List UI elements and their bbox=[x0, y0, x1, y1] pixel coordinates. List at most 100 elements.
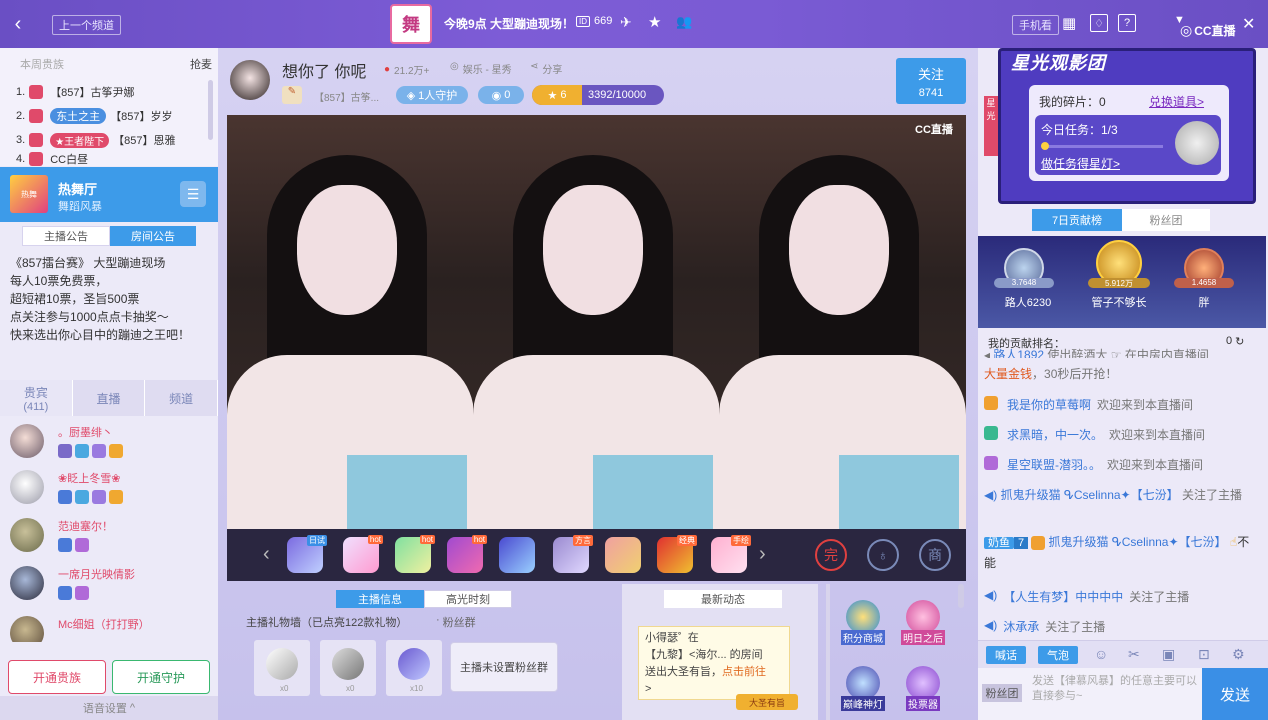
side-flag[interactable]: 星光 bbox=[984, 96, 998, 156]
plane-icon[interactable]: ✈ bbox=[620, 14, 632, 31]
hot-dance-band[interactable]: 热舞 热舞厅 舞蹈风暴 ☰ bbox=[0, 167, 218, 222]
fan-group-button[interactable]: 粉丝团 bbox=[982, 684, 1022, 702]
level-badge: ★ 6 bbox=[532, 85, 582, 105]
notice-line: 点关注参与1000点点卡抽奖～ bbox=[10, 310, 169, 324]
gift-tag: 方言 bbox=[573, 535, 593, 546]
star-promo[interactable]: 星光观影团 我的碎片：0 兑换道具> 今日任务：1/3 做任务得星灯> bbox=[998, 48, 1256, 204]
gift-item[interactable]: 日试 bbox=[287, 535, 327, 573]
category-info[interactable]: ◎ 娱乐 - 星秀 bbox=[450, 61, 512, 76]
user-name: 一席月光映倩影 bbox=[58, 569, 135, 581]
crown-icon bbox=[29, 109, 44, 123]
chat-name[interactable]: 抓鬼升级猫 ᕴCselinna✦【七汾】 bbox=[1048, 535, 1226, 549]
exchange-link[interactable]: 兑换道具> bbox=[1149, 93, 1204, 110]
users-icon[interactable]: 👥 bbox=[676, 14, 692, 30]
mobile-watch-button[interactable]: 手机看 bbox=[1012, 15, 1059, 35]
prev-channel-button[interactable]: 上一个频道 bbox=[52, 15, 121, 35]
user-item[interactable]: ❀眨上冬雪❀ bbox=[8, 466, 213, 510]
shop-icon[interactable]: 商 bbox=[919, 539, 951, 571]
chat-line: 我是你的草莓啊 欢迎来到本直播间 bbox=[984, 396, 1258, 413]
gift-item[interactable]: 经典 bbox=[657, 535, 697, 573]
vote-label: 投票器 bbox=[906, 696, 940, 711]
rank-text: 【857】古筝尹娜 bbox=[50, 87, 135, 99]
do-task-link[interactable]: 做任务得星灯> bbox=[1041, 155, 1120, 172]
lower-scrollbar[interactable] bbox=[958, 584, 964, 608]
tab-highlight[interactable]: 高光时刻 bbox=[424, 590, 512, 608]
gift-wall-item[interactable]: x0 bbox=[254, 640, 310, 696]
bubble-button[interactable]: 气泡 bbox=[1038, 646, 1078, 664]
tab-room-notice[interactable]: 房间公告 bbox=[110, 226, 196, 246]
gift-wall-item[interactable]: x0 bbox=[320, 640, 376, 696]
send-button[interactable]: 发送 bbox=[1202, 668, 1268, 720]
chat-input[interactable]: 发送【律慕风暴】的任意主要可以直接参与~ bbox=[1032, 674, 1200, 714]
grid-icon[interactable]: ▦ bbox=[1062, 14, 1076, 32]
task-progress-dot bbox=[1041, 142, 1049, 150]
gift-wall-item[interactable]: x10 bbox=[386, 640, 442, 696]
complete-icon[interactable]: 完 bbox=[815, 539, 847, 571]
vote-button[interactable]: 投票器 bbox=[898, 666, 948, 714]
guard-button[interactable]: ◈ 1人守护 bbox=[396, 86, 468, 104]
points-mall-button[interactable]: 积分商城 bbox=[838, 600, 888, 648]
notice-line: 超短裙10票，圣旨500票 bbox=[10, 292, 140, 306]
follow-button[interactable]: 关注 8741 bbox=[896, 58, 966, 104]
tab-anchor-notice[interactable]: 主播公告 bbox=[22, 226, 110, 246]
chat-name[interactable]: 【人生有梦】中中中中 bbox=[1003, 588, 1123, 605]
chevron-right-icon[interactable]: › bbox=[759, 543, 766, 566]
ranking-scrollbar[interactable] bbox=[208, 80, 213, 140]
gift-item[interactable] bbox=[499, 537, 535, 573]
open-guard-button[interactable]: 开通守护 bbox=[112, 660, 210, 694]
room-logo: 舞 bbox=[390, 4, 432, 44]
gift-item[interactable] bbox=[605, 537, 641, 573]
open-noble-button[interactable]: 开通贵族 bbox=[8, 660, 106, 694]
tab-channel[interactable]: 频道 bbox=[145, 380, 219, 416]
bell-icon[interactable]: ♢ bbox=[1090, 14, 1108, 32]
fans-button[interactable]: ◉ 0 bbox=[478, 86, 524, 104]
chat-name[interactable]: 星空联盟-潜羽。。 bbox=[1007, 456, 1101, 473]
tab-noble[interactable]: 贵宾 (411) bbox=[0, 380, 73, 416]
grab-mic-button[interactable]: 抢麦 bbox=[190, 56, 212, 72]
news-card[interactable]: 小得瑟˚ 在 【九黎】<海尔... 的房间 送出大圣有旨，点击前往 > bbox=[638, 626, 790, 700]
rank-item-2[interactable]: 2. 东土之主 【857】岁岁 bbox=[16, 106, 173, 126]
chat-name[interactable]: 我是你的草莓啊 bbox=[1007, 396, 1091, 413]
anchor-avatar[interactable] bbox=[230, 60, 270, 100]
gift-item[interactable]: 手绘 bbox=[711, 535, 751, 573]
rank-item-3[interactable]: 3. ★王者陛下 【857】恩雅 bbox=[16, 130, 176, 150]
user-item[interactable]: 。厨墨绯丶 bbox=[8, 420, 213, 464]
chat-name[interactable]: 求黑暗，中一次。 bbox=[1007, 426, 1103, 443]
bag-icon[interactable]: ♁ bbox=[867, 539, 899, 571]
star-icon[interactable]: ★ bbox=[648, 13, 661, 31]
gift-item[interactable]: hot bbox=[395, 535, 435, 573]
user-item[interactable]: 一席月光映倩影 bbox=[8, 562, 213, 606]
tomorrow-button[interactable]: 明日之后 bbox=[898, 600, 948, 648]
voice-settings-button[interactable]: 语音设置 ^ bbox=[0, 696, 218, 720]
share-button[interactable]: ⋖ 分享 bbox=[530, 61, 562, 76]
settings-icon[interactable]: ⚙ bbox=[1232, 646, 1245, 663]
help-icon[interactable]: ? bbox=[1118, 14, 1136, 32]
rank-item-1[interactable]: 1. 【857】古筝尹娜 bbox=[16, 82, 135, 102]
level-icon bbox=[984, 426, 998, 440]
video-player[interactable]: CC直播 bbox=[227, 115, 966, 529]
guard-icon: ◈ bbox=[406, 89, 416, 102]
image-icon[interactable]: ▣ bbox=[1162, 646, 1175, 663]
tab-7day[interactable]: 7日贡献榜 bbox=[1032, 209, 1122, 231]
back-arrow-icon[interactable]: ‹ bbox=[8, 12, 28, 36]
chat-name[interactable]: 沐承承 bbox=[1003, 618, 1039, 635]
tab-live[interactable]: 直播 bbox=[73, 380, 146, 416]
lamp-button[interactable]: 巅峰神灯 bbox=[838, 666, 888, 714]
gift-item[interactable]: hot bbox=[343, 535, 383, 573]
rank-item-4[interactable]: 4. CC白昼 bbox=[16, 152, 88, 166]
lock-icon[interactable]: ⊡ bbox=[1198, 646, 1210, 663]
menu-icon[interactable]: ☰ bbox=[180, 181, 206, 207]
scissors-icon[interactable]: ✂ bbox=[1128, 646, 1140, 663]
chevron-left-icon[interactable]: ‹ bbox=[263, 543, 270, 566]
user-item[interactable]: Mc细姐（打打野） bbox=[8, 610, 213, 642]
tab-fan-group[interactable]: 粉丝团 bbox=[1122, 209, 1210, 231]
shout-button[interactable]: 喊话 bbox=[986, 646, 1026, 664]
gift-item[interactable]: hot bbox=[447, 535, 487, 573]
emoji-icon[interactable]: ☺ bbox=[1094, 646, 1108, 662]
user-item[interactable]: 范迪塞尔！ bbox=[8, 514, 213, 558]
chat-name[interactable]: 抓鬼升级猫 ᕴCselinna✦【七汾】 bbox=[1001, 488, 1179, 502]
gift-item[interactable]: 方言 bbox=[553, 535, 593, 573]
tab-anchor-info[interactable]: 主播信息 bbox=[336, 590, 424, 608]
close-icon[interactable]: ✕ bbox=[1242, 14, 1255, 34]
news-link[interactable]: 点击前往 bbox=[722, 666, 766, 678]
